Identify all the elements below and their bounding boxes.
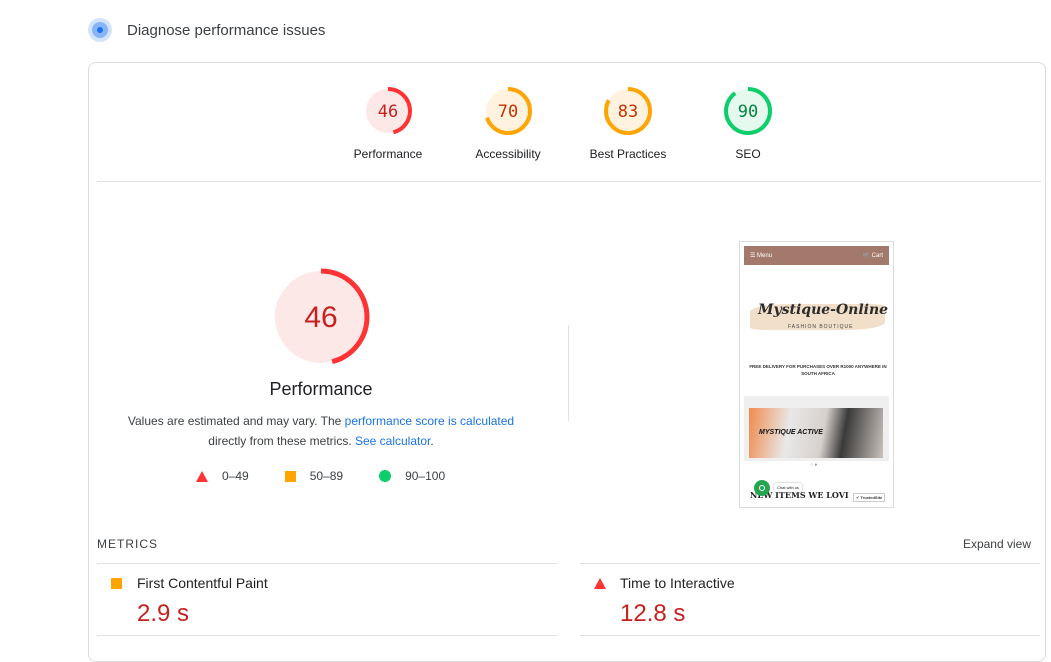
section-header: Diagnose performance issues: [88, 16, 325, 44]
gauge-best-practices[interactable]: 83 Best Practices: [578, 85, 678, 161]
triangle-icon: [594, 578, 606, 589]
site-cart: 🛒 Cart: [862, 253, 883, 259]
metric-fcp-title: First Contentful Paint: [137, 575, 268, 591]
legend-average-range: 50–89: [309, 469, 344, 483]
site-banner: MYSTIQUE ACTIVE: [744, 396, 889, 461]
legend-fail-range: 0–49: [222, 469, 249, 483]
desc-text-2: directly from these metrics.: [208, 434, 355, 448]
see-calculator-link[interactable]: See calculator: [355, 434, 430, 448]
metric-tti: Time to Interactive 12.8 s: [580, 575, 1040, 635]
main-performance-gauge: 46: [271, 267, 371, 372]
gauge-seo[interactable]: 90 SEO: [698, 85, 798, 161]
banner-text: MYSTIQUE ACTIVE: [759, 429, 823, 436]
gauge-accessibility[interactable]: 70 Accessibility: [458, 85, 558, 161]
site-nav-bar: ☰ Menu 🛒 Cart: [744, 246, 889, 265]
gauge-seo-label: SEO: [735, 147, 761, 161]
circle-icon: [379, 470, 392, 482]
vertical-separator: [568, 325, 569, 421]
gauge-seo-ring: 90: [724, 87, 772, 135]
metric-fcp: First Contentful Paint 2.9 s: [97, 575, 557, 635]
metric-tti-value: 12.8 s: [620, 600, 686, 627]
expand-view-button[interactable]: Expand view: [963, 537, 1031, 551]
gauge-performance-score: 46: [378, 102, 398, 122]
gauge-accessibility-label: Accessibility: [475, 147, 541, 161]
metrics-line-right-2: [580, 635, 1040, 636]
desc-text-1: Values are estimated and may vary. The: [127, 414, 345, 428]
main-gauge-title: Performance: [269, 379, 373, 399]
metrics-line-left: [97, 563, 557, 564]
legend-pass: 90–100: [379, 469, 445, 483]
metrics-line-left-2: [97, 635, 557, 636]
score-legend: 0–49 50–89 90–100: [196, 469, 481, 483]
gauge-accessibility-ring: 70: [484, 87, 532, 135]
section-title: Diagnose performance issues: [127, 21, 326, 39]
square-icon: [111, 578, 122, 589]
gauge-accessibility-score: 70: [498, 102, 518, 122]
metric-tti-title: Time to Interactive: [620, 575, 735, 591]
report-card: 46 Performance 70 Accessibility 83 Best …: [88, 62, 1046, 662]
site-logo: Mystique-Online: [758, 302, 889, 318]
gauge-performance-label: Performance: [353, 147, 423, 161]
whatsapp-icon: [754, 480, 770, 496]
chat-bubble: Chat with us: [774, 483, 803, 492]
gauges-divider: [97, 181, 1041, 182]
site-logo-sub: FASHION BOUTIQUE: [788, 324, 854, 330]
page-screenshot: ☰ Menu 🛒 Cart Mystique-Online FASHION BO…: [739, 241, 894, 508]
square-icon: [284, 470, 296, 482]
trusted-site-badge: ✔ TrustedSite: [853, 493, 886, 502]
carousel-dots: ○ ●: [810, 462, 818, 468]
desc-text-3: .: [430, 434, 434, 448]
legend-fail: 0–49: [196, 469, 249, 483]
site-promo: FREE DELIVERY FOR PURCHASES OVER R1000 A…: [749, 364, 887, 376]
gauge-performance-ring: 46: [364, 87, 412, 135]
triangle-icon: [196, 470, 208, 482]
main-gauge-score: 46: [304, 301, 337, 334]
gauge-best-practices-score: 83: [618, 102, 638, 122]
metrics-heading: METRICS: [97, 537, 158, 551]
legend-pass-range: 90–100: [405, 469, 446, 483]
legend-average: 50–89: [284, 469, 344, 483]
site-menu: ☰ Menu: [750, 253, 773, 259]
gauge-best-practices-ring: 83: [604, 87, 652, 135]
gauge-best-practices-label: Best Practices: [589, 147, 667, 161]
score-calculated-link[interactable]: performance score is calculated: [345, 414, 514, 428]
gauge-performance[interactable]: 46 Performance: [338, 85, 438, 161]
gauge-seo-score: 90: [738, 102, 758, 122]
score-description: Values are estimated and may vary. The p…: [119, 411, 523, 451]
diagnose-icon: [88, 18, 112, 42]
metric-fcp-value: 2.9 s: [137, 600, 190, 627]
metrics-line-right: [580, 563, 1040, 564]
